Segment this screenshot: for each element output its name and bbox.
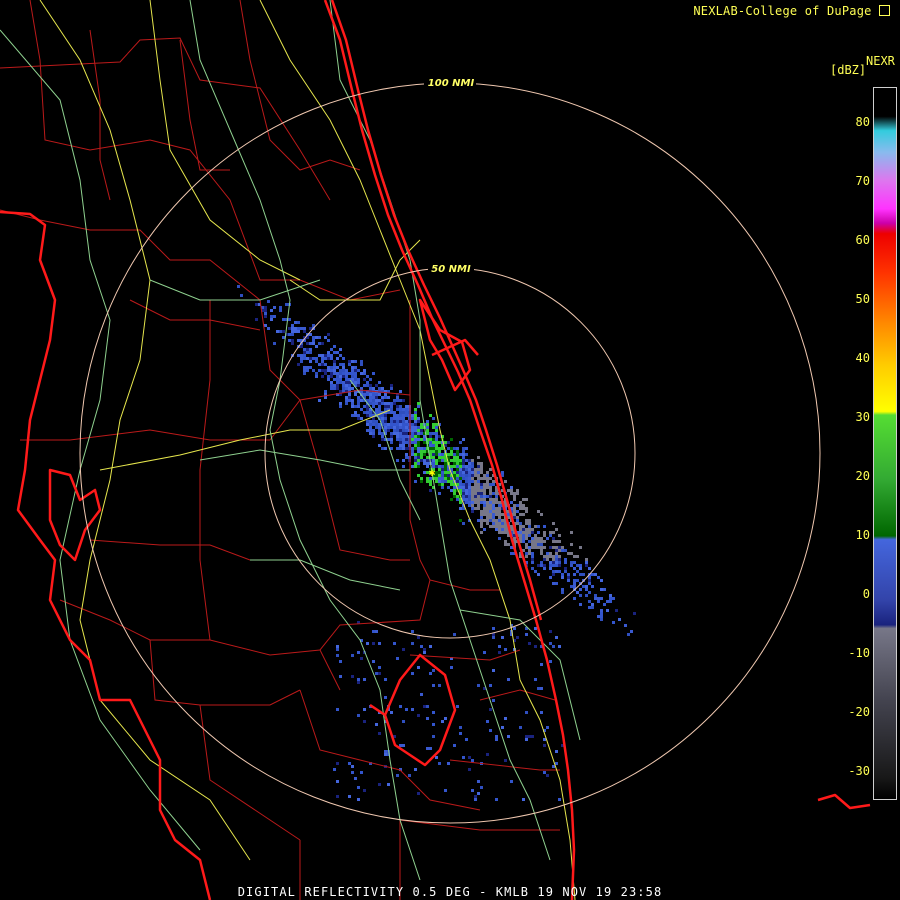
- colorbar-gradient: [874, 88, 896, 799]
- product-code: NEXR: [866, 54, 895, 68]
- colorbar-tick-20: 20: [855, 469, 870, 483]
- logo-mark-icon: [879, 5, 890, 16]
- range-ring-label-50: 50 NMI: [431, 264, 471, 275]
- radar-site-marker: ✱: [429, 466, 436, 479]
- colorbar-tick-30: 30: [855, 410, 870, 424]
- colorbar-tick-50: 50: [855, 292, 870, 306]
- county-boundaries: [0, 0, 560, 900]
- colorbar-tick-minus30: -30: [848, 764, 870, 778]
- colorbar-tick-10: 10: [855, 528, 870, 542]
- colorbar-tick-0: 0: [862, 587, 870, 601]
- product-caption: DIGITAL REFLECTIVITY 0.5 DEG - KMLB 19 N…: [237, 885, 663, 899]
- colorbar-tick-minus10: -10: [848, 646, 870, 660]
- credit-line: NEXLAB-College of DuPage: [693, 4, 890, 18]
- credit-text: NEXLAB-College of DuPage: [693, 4, 872, 18]
- colorbar: [873, 87, 897, 800]
- colorbar-tick-80: 80: [855, 115, 870, 129]
- unit-label: [dBZ]: [830, 63, 867, 77]
- range-ring-label-100: 100 NMI: [428, 78, 475, 89]
- radar-map: 50 NMI 100 NMI ✱: [0, 0, 871, 900]
- colorbar-tick-70: 70: [855, 174, 870, 188]
- colorbar-tick-40: 40: [855, 351, 870, 365]
- colorbar-tick-60: 60: [855, 233, 870, 247]
- colorbar-tick-minus20: -20: [848, 705, 870, 719]
